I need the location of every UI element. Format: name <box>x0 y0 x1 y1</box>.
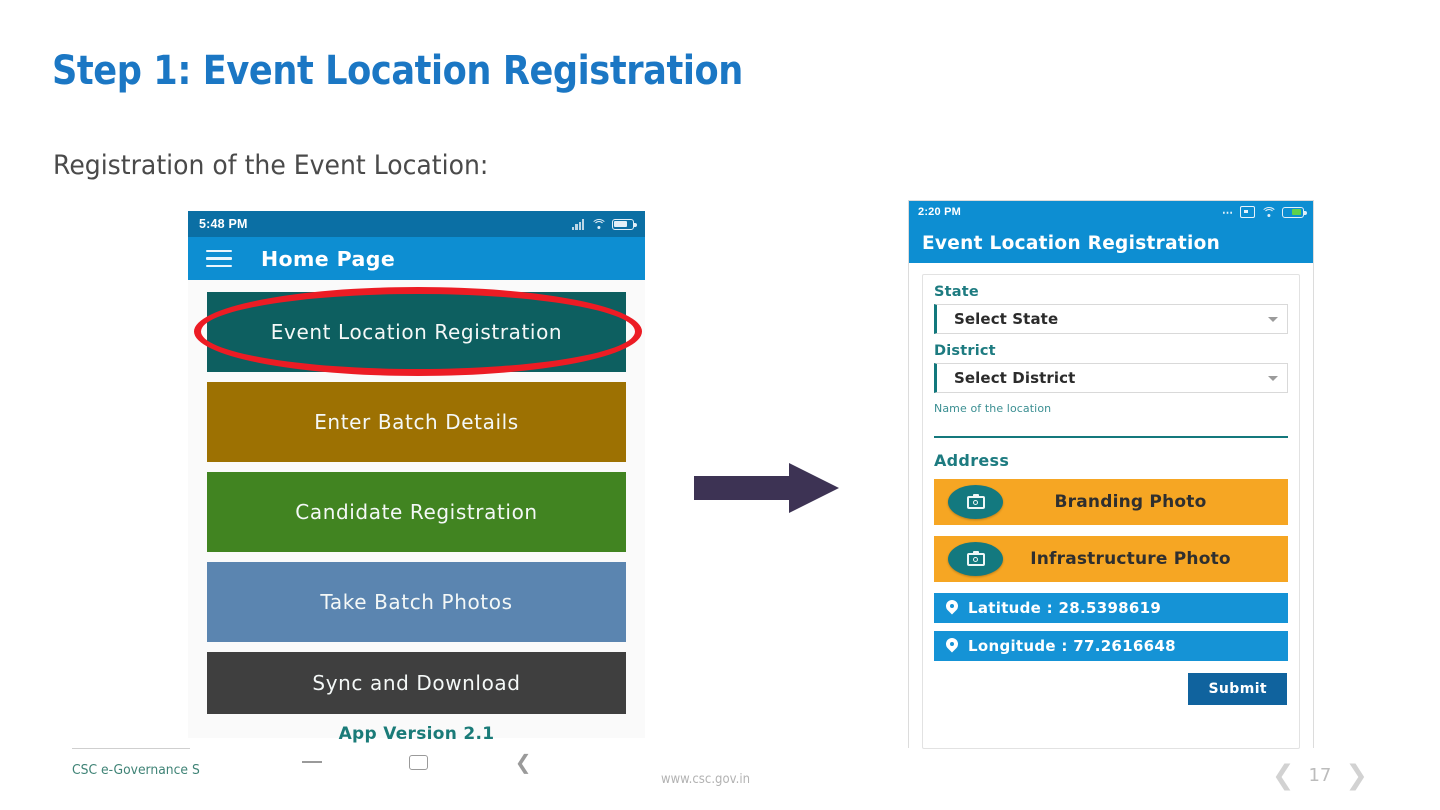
app-bar-title: Event Location Registration <box>922 232 1221 254</box>
chevron-down-icon <box>1268 375 1278 381</box>
wifi-icon <box>1260 206 1277 218</box>
menu-item-label: Enter Batch Details <box>314 410 519 434</box>
back-chevron-icon[interactable]: ❮ <box>515 752 532 772</box>
chevron-down-icon <box>1268 316 1278 322</box>
wifi-icon <box>590 218 607 230</box>
location-pin-icon <box>945 638 959 654</box>
location-name-label: Name of the location <box>934 402 1052 415</box>
battery-icon <box>612 218 637 230</box>
battery-charging-icon <box>1282 206 1307 218</box>
app-bar-title: Home Page <box>261 246 396 271</box>
state-dropdown-value: Select State <box>954 310 1059 328</box>
menu-item-enter-batch-details[interactable]: Enter Batch Details <box>207 382 626 462</box>
longitude-value: Longitude : 77.2616648 <box>968 637 1176 655</box>
menu-item-label: Candidate Registration <box>295 500 538 524</box>
location-pin-icon <box>945 600 959 616</box>
location-name-input[interactable] <box>934 415 1288 438</box>
address-label: Address <box>934 451 1010 470</box>
status-icon-group: ⋯ <box>1222 206 1307 219</box>
menu-item-sync-and-download[interactable]: Sync and Download <box>207 652 626 714</box>
menu-item-label: Take Batch Photos <box>320 590 513 614</box>
menu-item-take-batch-photos[interactable]: Take Batch Photos <box>207 562 626 642</box>
page-subtitle: Registration of the Event Location: <box>53 150 489 181</box>
status-icon-group <box>572 218 637 230</box>
hamburger-icon[interactable] <box>206 249 232 268</box>
slide-canvas: Step 1: Event Location Registration Regi… <box>0 0 1440 810</box>
home-menu-list: Event Location Registration Enter Batch … <box>188 280 645 744</box>
district-label: District <box>934 343 996 359</box>
district-dropdown-value: Select District <box>954 369 1076 387</box>
phone-screenshot-home: 5:48 PM Home Page Event Location Registr… <box>188 211 645 744</box>
page-title: Step 1: Event Location Registration <box>52 48 743 94</box>
form-card: State Select State District Select Distr… <box>922 274 1300 749</box>
slide-pager: ❮ 17 ❯ <box>1272 762 1368 789</box>
district-dropdown[interactable]: Select District <box>934 363 1288 393</box>
status-bar: 2:20 PM ⋯ <box>909 201 1313 223</box>
dots-icon: ⋯ <box>1222 206 1234 219</box>
chevron-right-icon[interactable]: ❯ <box>1345 762 1368 789</box>
screenshot-icon <box>1240 206 1255 218</box>
app-version-label: App Version 2.1 <box>338 724 495 744</box>
latitude-row: Latitude : 28.5398619 <box>934 593 1288 623</box>
state-label: State <box>934 284 979 300</box>
menu-item-event-location-registration[interactable]: Event Location Registration <box>207 292 626 372</box>
infrastructure-photo-label: Infrastructure Photo <box>1030 549 1231 569</box>
chevron-left-icon[interactable]: ❮ <box>1272 762 1295 789</box>
submit-button[interactable]: Submit <box>1188 673 1287 705</box>
status-time: 5:48 PM <box>199 217 248 231</box>
camera-icon <box>948 485 1003 519</box>
camera-icon <box>948 542 1003 576</box>
page-number: 17 <box>1308 765 1332 786</box>
flow-arrow-icon <box>694 463 839 513</box>
branding-photo-button[interactable]: Branding Photo <box>934 479 1288 525</box>
signal-icon <box>572 218 585 230</box>
home-square-icon[interactable] <box>408 754 428 770</box>
submit-row: Submit <box>934 673 1288 705</box>
recents-dash-icon[interactable] <box>301 761 322 763</box>
registration-form-body: State Select State District Select Distr… <box>909 263 1313 749</box>
infrastructure-photo-button[interactable]: Infrastructure Photo <box>934 536 1288 582</box>
status-bar: 5:48 PM <box>188 211 645 237</box>
phone-screenshot-registration-form: 2:20 PM ⋯ Event Location Registration St… <box>908 200 1314 749</box>
state-dropdown[interactable]: Select State <box>934 304 1288 334</box>
menu-item-label: Event Location Registration <box>270 320 563 344</box>
longitude-row: Longitude : 77.2616648 <box>934 631 1288 661</box>
status-time: 2:20 PM <box>918 206 961 218</box>
footer-website: www.csc.gov.in <box>661 772 751 787</box>
app-bar-registration: Event Location Registration <box>909 223 1313 263</box>
menu-item-candidate-registration[interactable]: Candidate Registration <box>207 472 626 552</box>
android-nav-bar: ❮ <box>188 745 645 779</box>
branding-photo-label: Branding Photo <box>1054 492 1207 512</box>
footer-divider <box>72 748 190 749</box>
latitude-value: Latitude : 28.5398619 <box>968 599 1162 617</box>
footer-organization: CSC e-Governance S <box>72 763 200 778</box>
app-bar-home: Home Page <box>188 237 645 280</box>
menu-item-label: Sync and Download <box>312 671 521 695</box>
